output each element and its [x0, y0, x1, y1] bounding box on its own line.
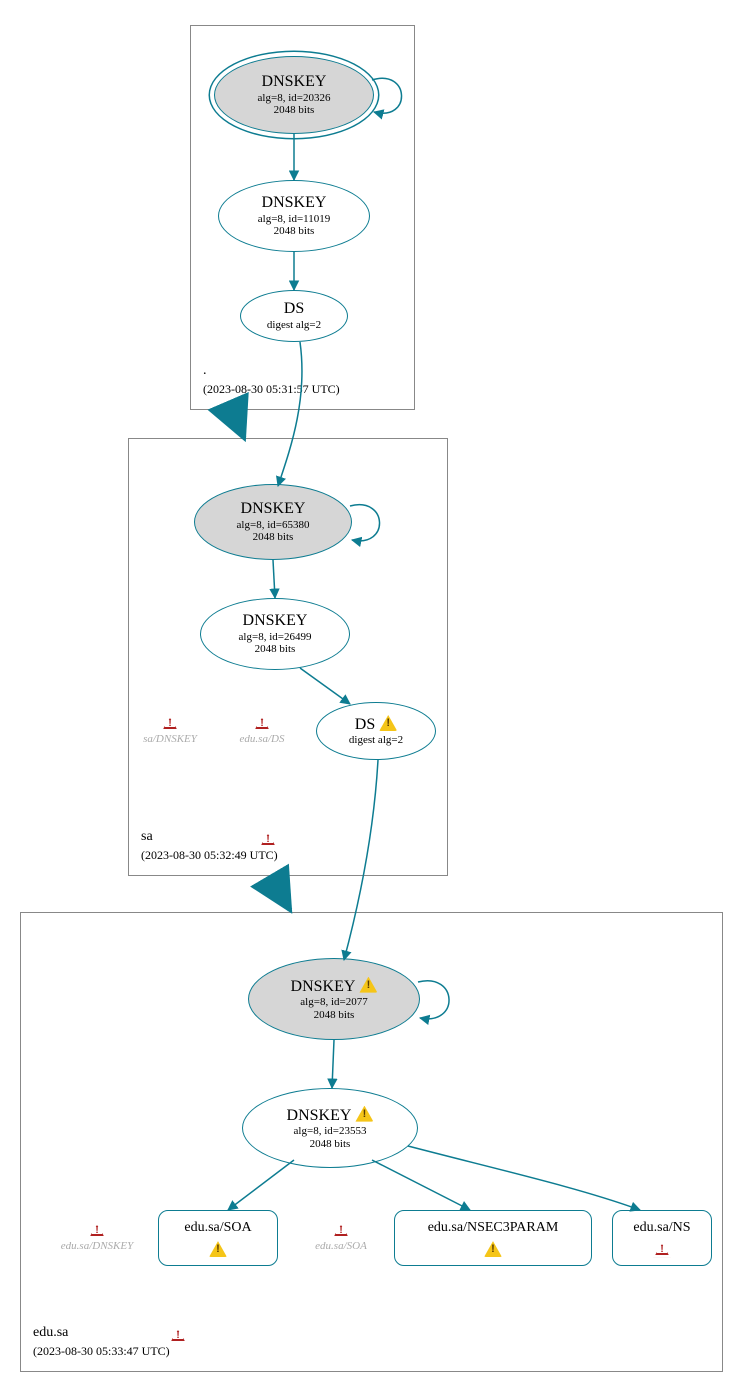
- sa-zsk-dnskey: DNSKEY alg=8, id=26499 2048 bits: [200, 598, 350, 670]
- root-ds: DS digest alg=2: [240, 290, 348, 342]
- zone-sa-name: sa: [141, 829, 153, 845]
- ds-title: DS: [355, 716, 375, 733]
- root-ksk-dnskey: DNSKEY alg=8, id=20326 2048 bits: [214, 56, 374, 134]
- error-icon: !: [88, 1222, 106, 1238]
- dnskey-title: DNSKEY: [243, 612, 308, 630]
- rr-label: edu.sa/SOA: [184, 1219, 251, 1237]
- edu-ksk-dnskey: DNSKEY alg=8, id=2077 2048 bits: [248, 958, 420, 1040]
- root-zsk-dnskey: DNSKEY alg=8, id=11019 2048 bits: [218, 180, 370, 252]
- zone-root-timestamp: (2023-08-30 05:31:57 UTC): [203, 382, 340, 397]
- error-label: edu.sa/SOA: [315, 1240, 367, 1252]
- dnskey-alg: alg=8, id=26499: [239, 631, 312, 644]
- dnskey-alg: alg=8, id=20326: [258, 92, 331, 105]
- dnskey-bits: 2048 bits: [253, 531, 294, 544]
- edu-soa-error: ! edu.sa/SOA: [302, 1222, 380, 1253]
- ds-alg: digest alg=2: [267, 319, 321, 332]
- dnskey-bits: 2048 bits: [314, 1009, 355, 1022]
- dnskey-alg: alg=8, id=65380: [237, 519, 310, 532]
- dnskey-alg: alg=8, id=23553: [294, 1125, 367, 1138]
- sa-dnskey-error: ! sa/DNSKEY: [140, 715, 200, 746]
- error-icon: !: [169, 1327, 187, 1343]
- dnskey-bits: 2048 bits: [274, 104, 315, 117]
- ds-title: DS: [284, 300, 304, 318]
- ds-alg: digest alg=2: [349, 734, 403, 747]
- edu-zsk-dnskey: DNSKEY alg=8, id=23553 2048 bits: [242, 1088, 418, 1168]
- error-icon: !: [161, 715, 179, 731]
- rr-edu-soa: edu.sa/SOA: [158, 1210, 278, 1266]
- rr-label: edu.sa/NSEC3PARAM: [428, 1219, 559, 1237]
- dnskey-title: DNSKEY: [262, 73, 327, 91]
- edu-dnskey-error: ! edu.sa/DNSKEY: [52, 1222, 142, 1253]
- rr-edu-ns: edu.sa/NS !: [612, 1210, 712, 1266]
- rr-edu-nsec3param: edu.sa/NSEC3PARAM: [394, 1210, 592, 1266]
- dnskey-bits: 2048 bits: [255, 643, 296, 656]
- dnskey-title: DNSKEY: [287, 1107, 352, 1124]
- zone-sa-timestamp: (2023-08-30 05:32:49 UTC): [141, 848, 278, 863]
- warning-icon: [484, 1241, 502, 1257]
- error-label: edu.sa/DS: [240, 733, 285, 745]
- dnskey-bits: 2048 bits: [274, 225, 315, 238]
- error-label: sa/DNSKEY: [143, 733, 197, 745]
- rr-label: edu.sa/NS: [633, 1219, 690, 1237]
- edu-sa-ds-error: ! edu.sa/DS: [232, 715, 292, 746]
- zone-edu-timestamp: (2023-08-30 05:33:47 UTC): [33, 1344, 170, 1359]
- dnskey-title: DNSKEY: [241, 500, 306, 518]
- warning-icon: [359, 977, 377, 993]
- dnskey-alg: alg=8, id=2077: [300, 996, 367, 1009]
- error-icon: !: [653, 1241, 671, 1257]
- dnskey-title: DNSKEY: [291, 978, 356, 995]
- error-icon: !: [332, 1222, 350, 1238]
- zone-root-name: .: [203, 363, 207, 379]
- warning-icon: [209, 1241, 227, 1257]
- error-icon: !: [259, 831, 277, 847]
- zone-edu-name: edu.sa: [33, 1325, 68, 1341]
- warning-icon: [355, 1106, 373, 1122]
- dnskey-title: DNSKEY: [262, 194, 327, 212]
- error-label: edu.sa/DNSKEY: [61, 1240, 133, 1252]
- warning-icon: [379, 715, 397, 731]
- dnskey-alg: alg=8, id=11019: [258, 213, 331, 226]
- sa-ksk-dnskey: DNSKEY alg=8, id=65380 2048 bits: [194, 484, 352, 560]
- dnskey-bits: 2048 bits: [310, 1138, 351, 1151]
- sa-ds: DS digest alg=2: [316, 702, 436, 760]
- error-icon: !: [253, 715, 271, 731]
